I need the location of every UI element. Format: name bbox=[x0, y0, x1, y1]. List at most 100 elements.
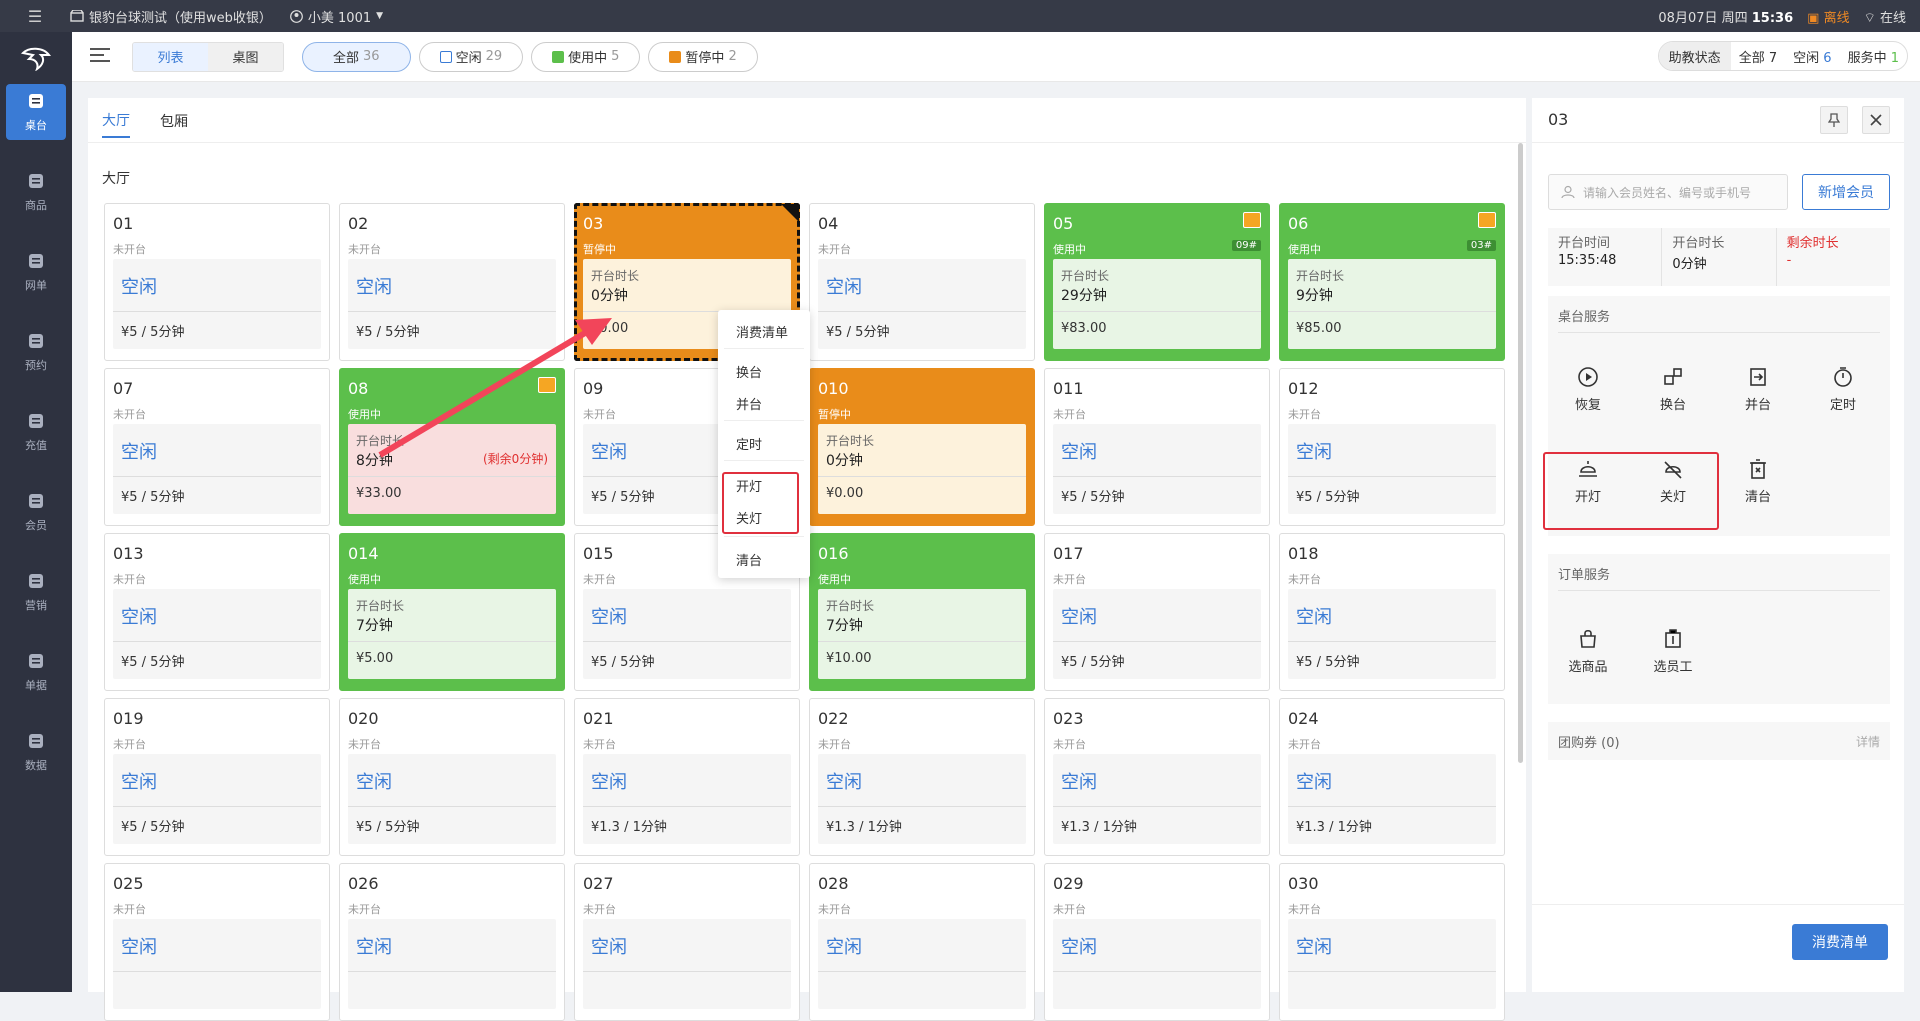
table-card-028[interactable]: 028 未开台 空闲 bbox=[809, 863, 1035, 1021]
table-number: 05 bbox=[1053, 214, 1074, 233]
collapse-menu-icon[interactable] bbox=[90, 47, 118, 67]
table-card-019[interactable]: 019 未开台 空闲 ¥5 / 5分钟 bbox=[104, 698, 330, 856]
merge-table-button[interactable]: 并台 bbox=[1728, 366, 1788, 413]
date-label: 08月07日 周四 15:36 bbox=[1658, 10, 1794, 26]
table-status: 未开台 bbox=[1288, 573, 1321, 586]
table-card-011[interactable]: 011 未开台 空闲 ¥5 / 5分钟 bbox=[1044, 368, 1270, 526]
table-number: 01 bbox=[113, 214, 134, 233]
table-icon bbox=[29, 94, 43, 108]
table-card-029[interactable]: 029 未开台 空闲 bbox=[1044, 863, 1270, 1021]
change-table-button[interactable]: 换台 bbox=[1643, 366, 1703, 413]
table-status: 未开台 bbox=[1288, 738, 1321, 751]
table-card-023[interactable]: 023 未开台 空闲 ¥1.3 / 1分钟 bbox=[1044, 698, 1270, 856]
table-card-08[interactable]: 08 使用中 开台时长 8分钟 (剩余0分钟) ¥33.00 bbox=[339, 368, 565, 526]
staff-icon bbox=[1665, 629, 1681, 648]
sidebar-item-8[interactable]: 数据 bbox=[6, 724, 66, 780]
table-number: 010 bbox=[818, 379, 849, 398]
group-voucher-row[interactable]: 团购券 (0) 详情 bbox=[1548, 722, 1890, 760]
user-selector[interactable]: 小美 1001 ▼ bbox=[289, 7, 383, 26]
table-card-024[interactable]: 024 未开台 空闲 ¥1.3 / 1分钟 bbox=[1279, 698, 1505, 856]
close-icon[interactable] bbox=[1862, 106, 1890, 134]
detail-link[interactable]: 详情 bbox=[1856, 733, 1880, 750]
table-number: 018 bbox=[1288, 544, 1319, 563]
bill-button[interactable]: 消费清单 bbox=[1792, 924, 1888, 960]
table-card-01[interactable]: 01 未开台 空闲 ¥5 / 5分钟 bbox=[104, 203, 330, 361]
in-use-square-icon bbox=[552, 50, 565, 63]
table-number: 011 bbox=[1053, 379, 1084, 398]
panel-title: 03 bbox=[1548, 110, 1569, 129]
table-card-030[interactable]: 030 未开台 空闲 bbox=[1279, 863, 1505, 1021]
timer-button[interactable]: 定时 bbox=[1813, 366, 1873, 413]
table-number: 027 bbox=[583, 874, 614, 893]
resume-button[interactable]: 恢复 bbox=[1558, 366, 1618, 413]
idle-label: 空闲 bbox=[826, 772, 862, 793]
view-map-button[interactable]: 桌图 bbox=[208, 42, 283, 71]
view-list-button[interactable]: 列表 bbox=[133, 42, 208, 71]
add-member-button[interactable]: 新增会员 bbox=[1802, 174, 1890, 210]
table-card-026[interactable]: 026 未开台 空闲 bbox=[339, 863, 565, 1021]
table-card-021[interactable]: 021 未开台 空闲 ¥1.3 / 1分钟 bbox=[574, 698, 800, 856]
sidebar-item-3[interactable]: 预约 bbox=[6, 324, 66, 380]
hamburger-icon[interactable]: ☰ bbox=[0, 7, 70, 26]
pin-icon[interactable] bbox=[1820, 106, 1848, 134]
table-card-016[interactable]: 016 使用中 开台时长 7分钟 ¥10.00 bbox=[809, 533, 1035, 691]
assistant-status[interactable]: 助教状态 全部 7 空闲 6 服务中 1 bbox=[1657, 41, 1908, 71]
table-card-02[interactable]: 02 未开台 空闲 ¥5 / 5分钟 bbox=[339, 203, 565, 361]
table-status: 未开台 bbox=[1053, 738, 1086, 751]
duration-label: 开台时长 bbox=[591, 269, 640, 283]
online-order-icon bbox=[29, 254, 43, 268]
sidebar-item-7[interactable]: 单据 bbox=[6, 644, 66, 700]
idle-label: 空闲 bbox=[826, 937, 862, 958]
clear-table-button[interactable]: 清台 bbox=[1728, 458, 1788, 505]
table-number: 013 bbox=[113, 544, 144, 563]
table-card-07[interactable]: 07 未开台 空闲 ¥5 / 5分钟 bbox=[104, 368, 330, 526]
sidebar-item-6[interactable]: 营销 bbox=[6, 564, 66, 620]
offline-status[interactable]: ▣ 离线 bbox=[1807, 7, 1849, 26]
sidebar-item-1[interactable]: 商品 bbox=[6, 164, 66, 220]
duration-value: 29分钟 bbox=[1061, 288, 1107, 304]
table-card-04[interactable]: 04 未开台 空闲 ¥5 / 5分钟 bbox=[809, 203, 1035, 361]
table-card-012[interactable]: 012 未开台 空闲 ¥5 / 5分钟 bbox=[1279, 368, 1505, 526]
sidebar-item-2[interactable]: 网单 bbox=[6, 244, 66, 300]
table-card-010[interactable]: 010 暂停中 开台时长 0分钟 ¥0.00 bbox=[809, 368, 1035, 526]
select-staff-button[interactable]: 选员工 bbox=[1643, 628, 1703, 675]
table-card-017[interactable]: 017 未开台 空闲 ¥5 / 5分钟 bbox=[1044, 533, 1270, 691]
store-selector[interactable]: 银豹台球测试（使用web收银） bbox=[70, 7, 272, 26]
filter-idle[interactable]: 空闲 29 bbox=[418, 41, 524, 72]
filter-paused[interactable]: 暂停中 2 bbox=[648, 41, 758, 72]
member-search-input[interactable]: 请输入会员姓名、编号或手机号 bbox=[1548, 174, 1788, 210]
price-label: ¥33.00 bbox=[356, 486, 402, 501]
sidebar-item-0[interactable]: 桌台 bbox=[6, 84, 66, 140]
select-goods-button[interactable]: 选商品 bbox=[1558, 628, 1618, 675]
table-card-020[interactable]: 020 未开台 空闲 ¥5 / 5分钟 bbox=[339, 698, 565, 856]
menu-bill[interactable]: 消费清单 bbox=[736, 322, 788, 341]
tab-private-room[interactable]: 包厢 bbox=[160, 111, 188, 137]
price-label: ¥5 / 5分钟 bbox=[826, 325, 890, 340]
menu-merge-table[interactable]: 并台 bbox=[736, 394, 762, 413]
table-card-014[interactable]: 014 使用中 开台时长 7分钟 ¥5.00 bbox=[339, 533, 565, 691]
sidebar-item-4[interactable]: 充值 bbox=[6, 404, 66, 460]
table-card-018[interactable]: 018 未开台 空闲 ¥5 / 5分钟 bbox=[1279, 533, 1505, 691]
table-card-022[interactable]: 022 未开台 空闲 ¥1.3 / 1分钟 bbox=[809, 698, 1035, 856]
table-info-box: 空闲 ¥1.3 / 1分钟 bbox=[1053, 754, 1261, 844]
table-status: 未开台 bbox=[818, 243, 851, 256]
table-card-05[interactable]: 05 使用中 09# 开台时长 29分钟 ¥83.00 bbox=[1044, 203, 1270, 361]
table-card-027[interactable]: 027 未开台 空闲 bbox=[574, 863, 800, 1021]
duration-label: 开台时长 bbox=[356, 599, 405, 613]
tab-hall[interactable]: 大厅 bbox=[102, 110, 130, 138]
member-icon bbox=[29, 494, 43, 508]
table-card-06[interactable]: 06 使用中 03# 开台时长 9分钟 ¥85.00 bbox=[1279, 203, 1505, 361]
scrollbar[interactable] bbox=[1518, 143, 1523, 763]
table-card-025[interactable]: 025 未开台 空闲 bbox=[104, 863, 330, 1021]
table-number: 026 bbox=[348, 874, 379, 893]
filter-in-use[interactable]: 使用中 5 bbox=[531, 41, 641, 72]
menu-clear-table[interactable]: 清台 bbox=[736, 550, 762, 569]
filter-all[interactable]: 全部 36 bbox=[302, 41, 411, 72]
menu-change-table[interactable]: 换台 bbox=[736, 362, 762, 381]
price-label: ¥1.3 / 1分钟 bbox=[826, 820, 902, 835]
sidebar-item-5[interactable]: 会员 bbox=[6, 484, 66, 540]
table-card-013[interactable]: 013 未开台 空闲 ¥5 / 5分钟 bbox=[104, 533, 330, 691]
menu-timer[interactable]: 定时 bbox=[736, 434, 762, 453]
table-number: 09 bbox=[583, 379, 604, 398]
table-info-box: 空闲 ¥5 / 5分钟 bbox=[348, 754, 556, 844]
